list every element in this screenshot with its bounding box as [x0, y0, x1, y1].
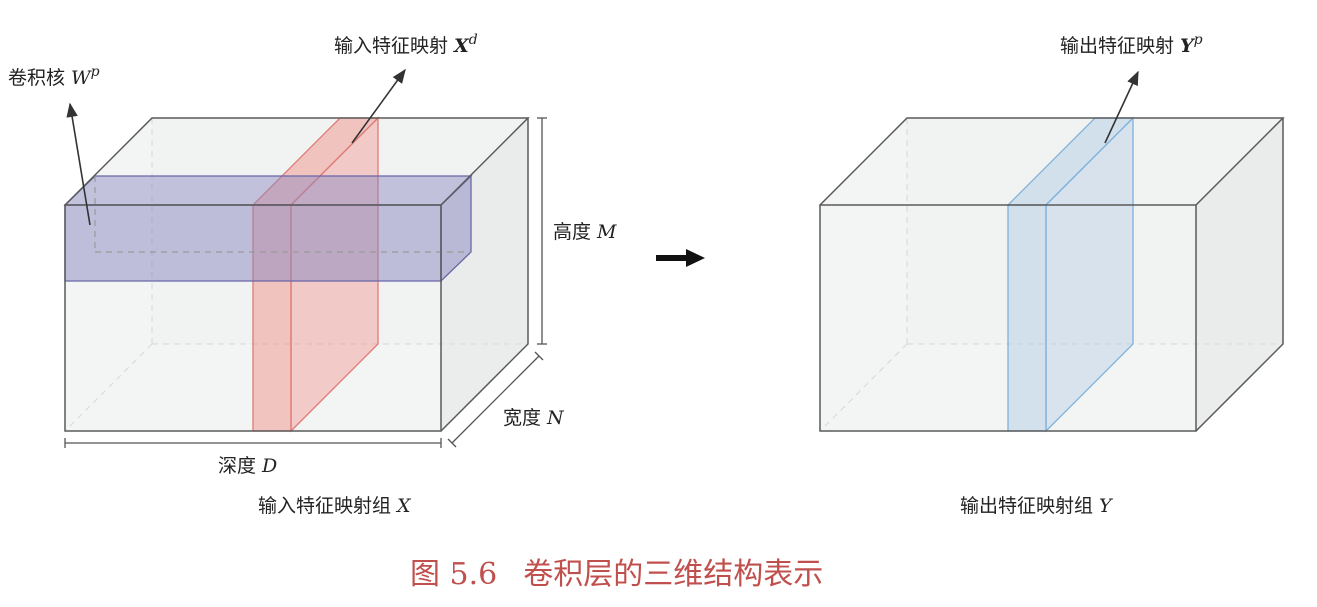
arrow-right-icon — [656, 249, 705, 267]
conv-kernel-slab — [63, 174, 473, 283]
height-label: 高度 M — [553, 221, 617, 243]
caption-number: 图 5.6 — [410, 557, 497, 592]
output-feature-map-label: 输出特征映射 Yp — [1060, 32, 1203, 57]
width-label: 宽度 N — [503, 407, 565, 429]
output-slice-front — [1007, 204, 1047, 432]
caption-title: 卷积层的三维结构表示 — [523, 557, 823, 592]
input-feature-map-label: 输入特征映射 Xd — [334, 32, 478, 57]
output-volume — [819, 116, 1285, 433]
kernel-top-face — [63, 175, 473, 206]
conv-layer-3d-diagram: 卷积核 Wp 输入特征映射 Xd 高度 M 宽度 N 深度 D 输入特征映射组 … — [8, 32, 1285, 592]
depth-dimension — [64, 438, 442, 448]
kernel-front-face — [64, 204, 442, 282]
depth-label: 深度 D — [218, 455, 277, 477]
output-group-label: 输出特征映射组 Y — [960, 495, 1114, 517]
input-volume — [63, 116, 530, 433]
kernel-label: 卷积核 Wp — [8, 64, 100, 89]
figure-caption: 图 5.6 卷积层的三维结构表示 — [410, 557, 823, 592]
height-dimension — [537, 117, 547, 345]
input-group-label: 输入特征映射组 X — [258, 495, 412, 517]
